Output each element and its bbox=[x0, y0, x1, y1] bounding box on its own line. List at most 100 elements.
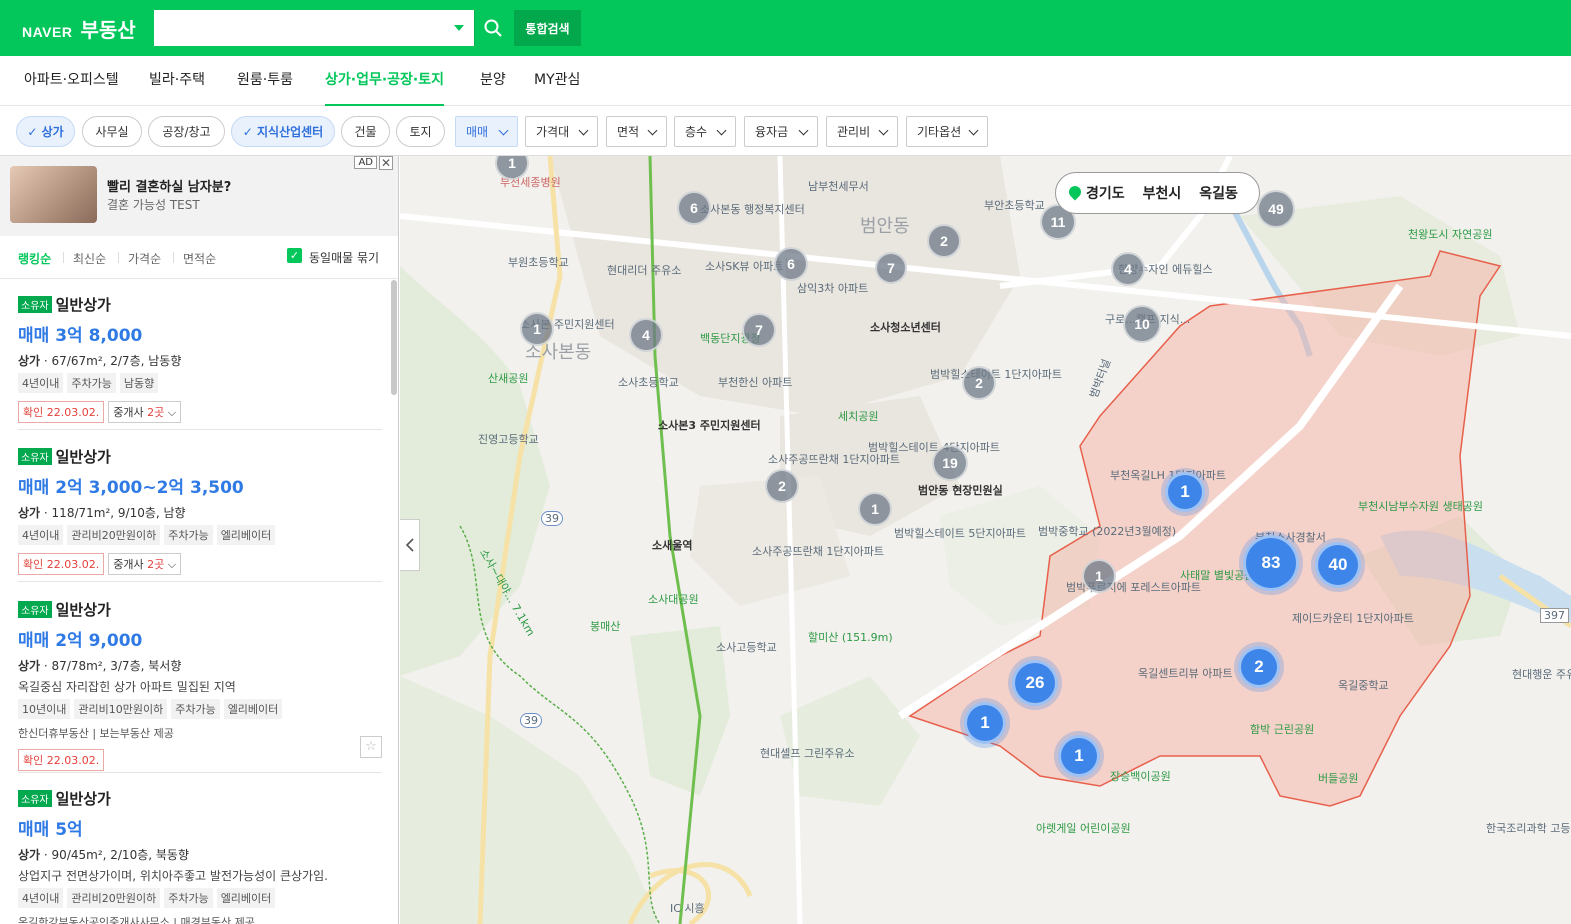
listing-confirm-row: 확인 22.03.02. 중개사 2곳 ⌵ bbox=[18, 401, 382, 423]
map-label: 산새공원 bbox=[488, 372, 529, 385]
collapse-panel-button[interactable] bbox=[400, 519, 420, 571]
map-cluster-marker-highlight[interactable]: 1 bbox=[1165, 472, 1205, 512]
listing-spec-detail: 67/67m², 2/7층, 남동향 bbox=[51, 354, 182, 368]
map-canvas[interactable]: 부천세종병원 소사본동 행정복지센터 남부천세무서 범안동 부안초등학교 부원초… bbox=[400, 156, 1571, 924]
dropdown-loan[interactable]: 융자금 bbox=[744, 116, 818, 147]
dropdown-area[interactable]: 면적 bbox=[606, 116, 667, 147]
location-city[interactable]: 부천시 bbox=[1143, 183, 1182, 203]
listing-tag: 관리비10만원이하 bbox=[74, 699, 168, 719]
dropdown-maintenance[interactable]: 관리비 bbox=[826, 116, 898, 147]
tab-my-interest[interactable]: MY관심 bbox=[534, 56, 580, 106]
listing-title: 일반상가 bbox=[55, 601, 111, 619]
map-cluster-marker[interactable]: 19 bbox=[932, 445, 968, 481]
listing-item[interactable]: 소유자 일반상가 매매 2억 9,000 상가 · 87/78m², 3/7층, … bbox=[18, 599, 382, 773]
tab-commercial[interactable]: 상가·업무·공장·토지 bbox=[325, 56, 444, 106]
listing-tag: 주차가능 bbox=[164, 525, 213, 545]
map-cluster-marker-highlight[interactable]: 40 bbox=[1315, 542, 1361, 588]
ad-title: 빨리 결혼하실 남자분? bbox=[107, 180, 232, 195]
map-cluster-marker-highlight[interactable]: 26 bbox=[1012, 660, 1058, 706]
listing-price: 매매 2억 9,000 bbox=[18, 631, 143, 651]
sort-price[interactable]: 가격순 bbox=[128, 250, 161, 267]
ad-close-button[interactable]: ✕ bbox=[379, 156, 393, 170]
dropdown-trade-type[interactable]: 매매 bbox=[455, 116, 518, 147]
broker-count-button[interactable]: 중개사 2곳 ⌵ bbox=[108, 401, 182, 423]
listing-price: 매매 5억 bbox=[18, 820, 83, 840]
location-province[interactable]: 경기도 bbox=[1086, 183, 1125, 203]
sort-area[interactable]: 면적순 bbox=[183, 250, 216, 267]
listing-confirm-row: 확인 22.03.02. 중개사 2곳 ⌵ bbox=[18, 553, 382, 575]
map-cluster-marker[interactable]: 7 bbox=[742, 313, 776, 347]
map-cluster-marker[interactable]: 49 bbox=[1257, 190, 1295, 228]
map-cluster-marker[interactable]: 4 bbox=[1111, 252, 1145, 286]
sort-latest[interactable]: 최신순 bbox=[73, 250, 106, 267]
chip-land[interactable]: 토지 bbox=[396, 116, 445, 147]
map-cluster-marker-highlight[interactable]: 1 bbox=[964, 702, 1006, 744]
listing-tag: 관리비20만원이하 bbox=[67, 525, 161, 545]
map-label: 소사SK뷰 아파트 bbox=[705, 260, 784, 273]
map-label: 옥길중학교 bbox=[1338, 679, 1389, 692]
map-cluster-marker[interactable]: 4 bbox=[629, 318, 663, 352]
listing-tags: 10년이내 관리비10만원이하 주차가능 엘리베이터 bbox=[18, 699, 382, 719]
location-breadcrumb[interactable]: 경기도 부천시 옥길동 bbox=[1055, 172, 1260, 214]
owner-badge: 소유자 bbox=[18, 296, 52, 313]
listing-item[interactable]: 소유자 일반상가 매매 2억 3,000~2억 3,500 상가 · 118/71… bbox=[18, 446, 382, 582]
map-cluster-marker[interactable]: 1 bbox=[858, 492, 892, 526]
listing-agency: 옥길한강부동산공인중개사사무소 | 매경부동산 제공 bbox=[18, 916, 255, 924]
list-scrollbar[interactable] bbox=[391, 280, 397, 395]
dropdown-floor[interactable]: 층수 bbox=[674, 116, 736, 147]
map-label: 세치공원 bbox=[838, 410, 879, 423]
total-search-button[interactable]: 통합검색 bbox=[514, 10, 581, 46]
listing-tags: 4년이내 관리비20만원이하 주차가능 엘리베이터 bbox=[18, 888, 382, 908]
listing-item[interactable]: 소유자 일반상가 매매 5억 상가 · 90/45m², 2/10층, 북동향 상… bbox=[18, 788, 382, 924]
dropdown-other-options[interactable]: 기타옵션 bbox=[906, 116, 988, 147]
dropdown-price[interactable]: 가격대 bbox=[525, 116, 598, 147]
sort-divider bbox=[118, 252, 119, 263]
map-cluster-marker[interactable]: 1 bbox=[1082, 559, 1116, 593]
chip-store[interactable]: ✓ 상가 bbox=[16, 116, 75, 147]
map-cluster-marker[interactable]: 2 bbox=[927, 224, 961, 258]
search-button[interactable] bbox=[474, 10, 510, 46]
logo-naver-text: NAVER bbox=[22, 24, 73, 40]
map-cluster-marker[interactable]: 2 bbox=[962, 366, 996, 400]
listing-title: 일반상가 bbox=[55, 296, 111, 314]
ad-badge: AD bbox=[354, 156, 377, 169]
same-listing-checkbox[interactable]: ✓ bbox=[287, 248, 302, 263]
location-dong[interactable]: 옥길동 bbox=[1199, 183, 1238, 203]
broker-prefix: 중개사 bbox=[113, 558, 144, 571]
broker-count-button[interactable]: 중개사 2곳 ⌵ bbox=[108, 553, 182, 575]
map-label: 부천한신 아파트 bbox=[718, 376, 793, 389]
map-cluster-marker[interactable]: 2 bbox=[765, 469, 799, 503]
tab-apartment[interactable]: 아파트·오피스텔 bbox=[24, 56, 119, 106]
map-cluster-marker-highlight[interactable]: 2 bbox=[1238, 646, 1280, 688]
naver-realestate-logo[interactable]: NAVER 부동산 bbox=[22, 14, 136, 43]
chip-land-label: 토지 bbox=[409, 125, 432, 139]
search-input[interactable] bbox=[154, 10, 444, 46]
map-label: 소사초등학교 bbox=[618, 376, 679, 389]
search-dropdown-caret-icon[interactable] bbox=[454, 25, 464, 31]
map-cluster-marker-highlight[interactable]: 83 bbox=[1243, 535, 1299, 591]
map-label: 부원초등학교 bbox=[508, 256, 569, 269]
listing-tag: 4년이내 bbox=[18, 888, 64, 908]
tab-oneroom[interactable]: 원룸·투룸 bbox=[237, 56, 293, 106]
map-label: 진영고등학교 bbox=[478, 433, 539, 446]
dropdown-maintenance-label: 관리비 bbox=[837, 125, 871, 139]
favorite-star-icon[interactable]: ☆ bbox=[360, 736, 382, 758]
map-cluster-marker[interactable]: 10 bbox=[1123, 305, 1161, 343]
chip-knowledge-center[interactable]: ✓ 지식산업센터 bbox=[231, 116, 335, 147]
ad-banner[interactable]: 빨리 결혼하실 남자분? 결혼 가능성 TEST AD ✕ bbox=[0, 156, 398, 236]
listing-item[interactable]: 소유자 일반상가 매매 3억 8,000 상가 · 67/67m², 2/7층, … bbox=[18, 294, 382, 430]
tab-presale[interactable]: 분양 bbox=[480, 56, 506, 106]
map-cluster-marker[interactable]: 7 bbox=[875, 252, 907, 284]
map-cluster-marker-highlight[interactable]: 1 bbox=[1058, 735, 1100, 777]
listing-spec-detail: 87/78m², 3/7층, 북서향 bbox=[51, 659, 182, 673]
sort-ranking[interactable]: 랭킹순 bbox=[18, 250, 51, 267]
map-cluster-marker[interactable]: 6 bbox=[774, 247, 808, 281]
listing-title: 일반상가 bbox=[55, 790, 111, 808]
map-cluster-marker[interactable]: 6 bbox=[677, 191, 711, 225]
map-cluster-marker[interactable]: 1 bbox=[520, 312, 554, 346]
chip-building[interactable]: 건물 bbox=[341, 116, 390, 147]
listing-spec-detail: 90/45m², 2/10층, 북동향 bbox=[51, 848, 189, 862]
chip-factory[interactable]: 공장/창고 bbox=[148, 116, 225, 147]
tab-villa[interactable]: 빌라·주택 bbox=[149, 56, 205, 106]
chip-office[interactable]: 사무실 bbox=[82, 116, 142, 147]
